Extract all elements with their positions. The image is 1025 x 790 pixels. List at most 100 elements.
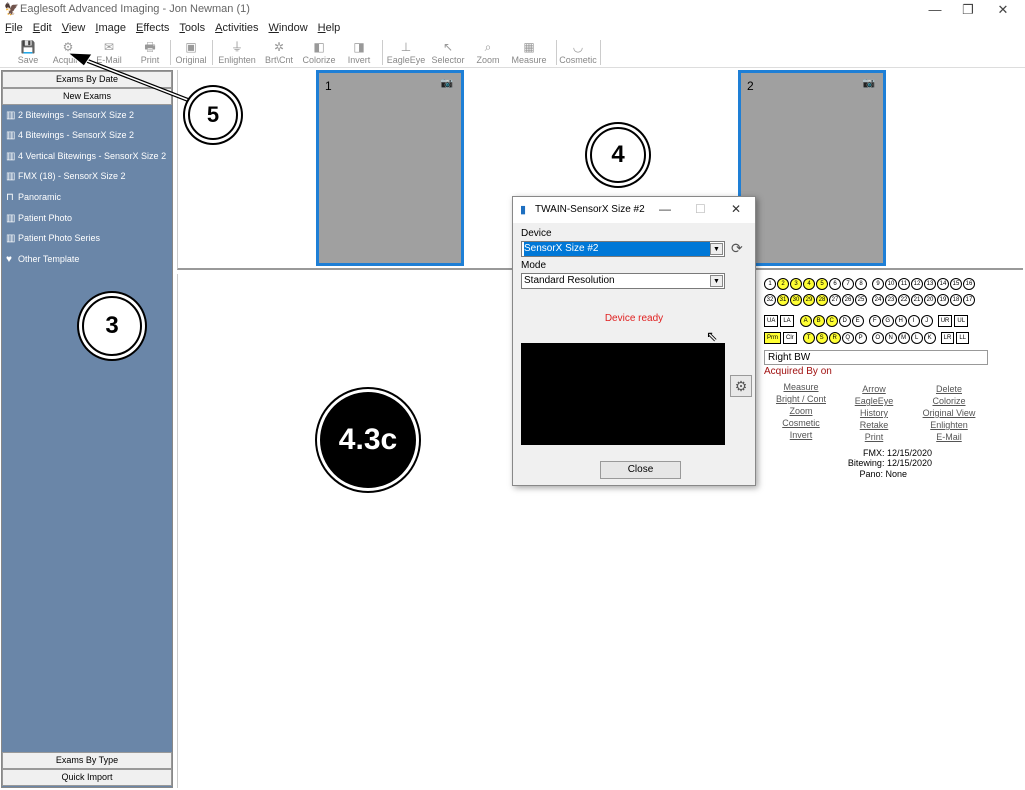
tooth-H[interactable]: H — [894, 315, 907, 327]
image-slot-2[interactable]: 2 📷 — [738, 70, 886, 266]
tooth-4[interactable]: 4 — [803, 278, 815, 290]
tooth-16[interactable]: 16 — [963, 278, 975, 290]
tooth-24[interactable]: 24 — [872, 294, 884, 306]
tooth-25[interactable]: 25 — [855, 294, 867, 306]
acquire-button[interactable]: ⚙ Acquire — [50, 39, 86, 65]
menu-help[interactable]: Help — [313, 20, 346, 34]
menu-edit[interactable]: Edit — [28, 20, 57, 34]
tooth-10[interactable]: 10 — [885, 278, 897, 290]
selector-button[interactable]: ↖ Selector — [430, 39, 466, 65]
tooth-E[interactable]: E — [851, 315, 864, 327]
sidebar-item-panoramic[interactable]: ⊓ Panoramic — [6, 187, 61, 207]
menu-view[interactable]: View — [57, 20, 91, 34]
tooth-18[interactable]: 18 — [950, 294, 962, 306]
tooth-30[interactable]: 30 — [790, 294, 802, 306]
tooth-26[interactable]: 26 — [842, 294, 854, 306]
tooth-11[interactable]: 11 — [898, 278, 910, 290]
link-bright-cont[interactable]: Bright / Cont — [772, 394, 830, 404]
region-ul[interactable]: UL — [954, 315, 969, 327]
close-button[interactable]: ✕ — [983, 1, 1023, 19]
link-arrow[interactable]: Arrow — [848, 384, 900, 394]
tooth-29[interactable]: 29 — [803, 294, 815, 306]
print-button[interactable]: 🖶 Print — [136, 39, 164, 65]
tooth-7[interactable]: 7 — [842, 278, 854, 290]
dialog-close-button[interactable]: Close — [600, 461, 681, 479]
link-retake[interactable]: Retake — [848, 420, 900, 430]
refresh-icon[interactable]: ⟳ — [731, 240, 743, 257]
tooth-M[interactable]: M — [897, 332, 910, 344]
dialog-close-icon[interactable]: ✕ — [731, 202, 741, 216]
measure-button[interactable]: ▦ Measure — [508, 39, 550, 65]
brtcnt-button[interactable]: ✲ Brt\Cnt — [262, 39, 296, 65]
tooth-O[interactable]: O — [871, 332, 884, 344]
link-colorize[interactable]: Colorize — [918, 396, 980, 406]
dialog-minimize-button[interactable]: — — [659, 202, 671, 216]
tooth-32[interactable]: 32 — [764, 294, 776, 306]
tooth-15[interactable]: 15 — [950, 278, 962, 290]
tooth-27[interactable]: 27 — [829, 294, 841, 306]
image-slot-1[interactable]: 1 📷 — [316, 70, 464, 266]
tooth-8[interactable]: 8 — [855, 278, 867, 290]
sidebar-item-patient-photo-series[interactable]: ▥ Patient Photo Series — [6, 228, 100, 248]
tooth-13[interactable]: 13 — [924, 278, 936, 290]
invert-button[interactable]: ◨ Invert — [342, 39, 376, 65]
image-name-field[interactable]: Right BW — [764, 350, 988, 365]
link-original-view[interactable]: Original View — [918, 408, 980, 418]
device-select[interactable]: SensorX Size #2 ▼ — [521, 241, 725, 257]
region-lr[interactable]: LR — [940, 332, 955, 344]
sidebar-item-4-bitewings[interactable]: ▥ 4 Bitewings - SensorX Size 2 — [6, 125, 134, 145]
tooth-C[interactable]: C — [825, 315, 838, 327]
sidebar-item-other-template[interactable]: ♥ Other Template — [6, 249, 79, 269]
exams-by-type-button[interactable]: Exams By Type — [2, 752, 172, 769]
tooth-R[interactable]: R — [828, 332, 841, 344]
link-enlighten[interactable]: Enlighten — [918, 420, 980, 430]
tooth-17[interactable]: 17 — [963, 294, 975, 306]
region-ur[interactable]: UR — [937, 315, 953, 327]
link-email[interactable]: E-Mail — [918, 432, 980, 442]
tooth-Q[interactable]: Q — [841, 332, 854, 344]
tooth-2[interactable]: 2 — [777, 278, 789, 290]
menu-file[interactable]: File — [0, 20, 28, 34]
tooth-6[interactable]: 6 — [829, 278, 841, 290]
tooth-L[interactable]: L — [910, 332, 923, 344]
region-ua[interactable]: UA — [764, 315, 779, 327]
save-button[interactable]: 💾 Save — [14, 39, 42, 65]
tooth-19[interactable]: 19 — [937, 294, 949, 306]
tooth-31[interactable]: 31 — [777, 294, 789, 306]
email-button[interactable]: ✉ E-Mail — [92, 39, 126, 65]
enlighten-button[interactable]: ⏚ Enlighten — [216, 39, 258, 65]
eagleeye-button[interactable]: ⊥ EagleEye — [386, 39, 426, 65]
tooth-5[interactable]: 5 — [816, 278, 828, 290]
tooth-P[interactable]: P — [854, 332, 867, 344]
menu-image[interactable]: Image — [90, 20, 131, 34]
tooth-22[interactable]: 22 — [898, 294, 910, 306]
region-clr[interactable]: Clr — [783, 332, 797, 344]
tooth-J[interactable]: J — [920, 315, 933, 327]
tooth-F[interactable]: F — [868, 315, 881, 327]
zoom-button[interactable]: ⌕ Zoom — [474, 39, 502, 65]
sidebar-item-4-vertical-bitewings[interactable]: ▥ 4 Vertical Bitewings - SensorX Size 2 — [6, 146, 166, 166]
tooth-14[interactable]: 14 — [937, 278, 949, 290]
tooth-28[interactable]: 28 — [816, 294, 828, 306]
menu-tools[interactable]: Tools — [174, 20, 210, 34]
link-eagleeye[interactable]: EagleEye — [848, 396, 900, 406]
sidebar-item-fmx[interactable]: ▥ FMX (18) - SensorX Size 2 — [6, 166, 126, 186]
sidebar-item-2-bitewings[interactable]: ▥ 2 Bitewings - SensorX Size 2 — [6, 105, 134, 125]
region-la[interactable]: LA — [780, 315, 794, 327]
restore-button[interactable]: ❐ — [948, 1, 988, 19]
link-history[interactable]: History — [848, 408, 900, 418]
new-exams-button[interactable]: New Exams — [2, 88, 172, 105]
link-invert[interactable]: Invert — [776, 430, 826, 440]
tooth-K[interactable]: K — [923, 332, 936, 344]
menu-activities[interactable]: Activities — [210, 20, 263, 34]
colorize-button[interactable]: ◧ Colorize — [300, 39, 338, 65]
tooth-G[interactable]: G — [881, 315, 894, 327]
menu-effects[interactable]: Effects — [131, 20, 174, 34]
tooth-12[interactable]: 12 — [911, 278, 923, 290]
tooth-N[interactable]: N — [884, 332, 897, 344]
tooth-I[interactable]: I — [907, 315, 920, 327]
quick-import-button[interactable]: Quick Import — [2, 769, 172, 786]
tooth-3[interactable]: 3 — [790, 278, 802, 290]
tooth-D[interactable]: D — [838, 315, 851, 327]
region-ll[interactable]: LL — [956, 332, 970, 344]
